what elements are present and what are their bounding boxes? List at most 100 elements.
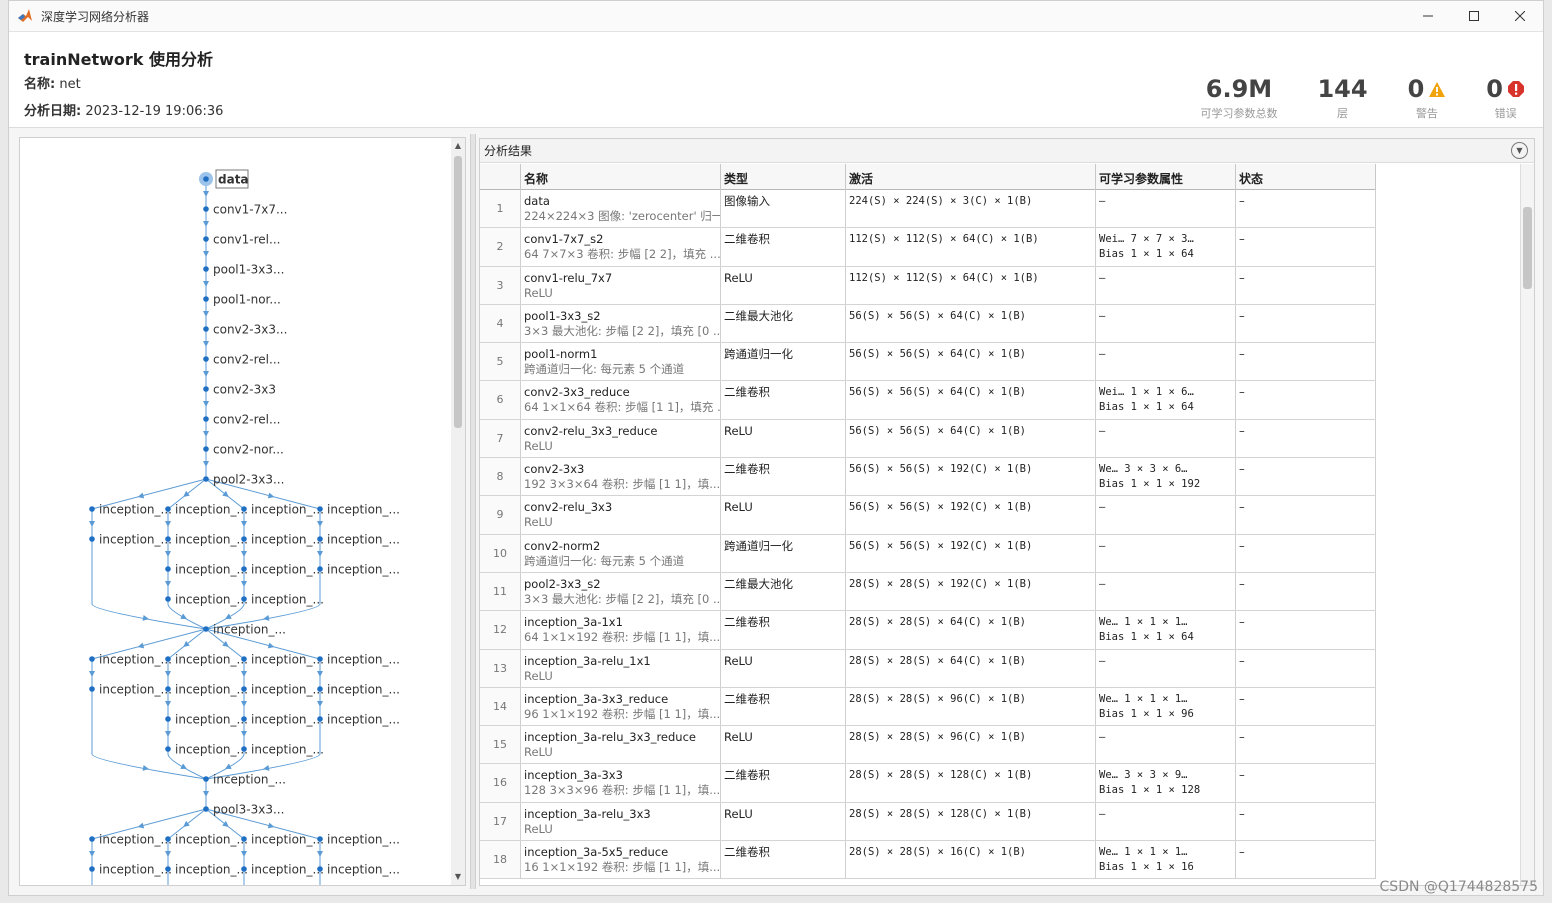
graph-node-label[interactable]: inception_... [251,593,324,607]
collapse-icon[interactable]: ▼ [1511,142,1528,159]
graph-node-label[interactable]: inception_... [99,533,172,547]
graph-node-label[interactable]: inception_... [327,713,400,727]
maximize-button[interactable] [1451,1,1497,31]
graph-node-label[interactable]: inception_... [251,533,324,547]
graph-node[interactable] [89,836,95,842]
graph-node-label[interactable]: conv1-rel... [213,233,280,247]
stat-warnings[interactable]: 0 警告 [1408,74,1447,121]
minimize-button[interactable] [1405,1,1451,31]
table-row[interactable]: 18 inception_3a-5x5_reduce 16 1×1×192 卷积: … [480,841,1376,880]
graph-node-label[interactable]: inception_... [175,863,248,877]
graph-node-label[interactable]: pool2-3x3... [213,473,284,487]
graph-node[interactable] [317,566,323,572]
graph-node[interactable] [203,626,209,632]
graph-node-label[interactable]: inception_... [251,743,324,757]
graph-node-label[interactable]: inception_... [99,833,172,847]
graph-node-label[interactable]: pool3-3x3... [213,803,284,817]
table-row[interactable]: 5 pool1-norm1 跨通道归一化: 每元素 5 个通道 跨通道归一化 56(S)… [480,343,1376,382]
graph-node[interactable] [165,506,171,512]
graph-node[interactable] [241,836,247,842]
graph-node-label[interactable]: pool1-nor... [213,293,281,307]
graph-node-label[interactable]: inception_... [175,593,248,607]
graph-node[interactable] [317,536,323,542]
table-row[interactable]: 4 pool1-3x3_s2 3×3 最大池化: 步幅 [2 2]，填充 [0 ..… [480,304,1376,344]
graph-node[interactable] [203,296,209,302]
close-button[interactable] [1497,1,1543,31]
graph-node-label[interactable]: inception_... [251,653,324,667]
graph-node-label[interactable]: inception_... [251,863,324,877]
graph-node-label[interactable]: inception_... [327,533,400,547]
graph-node[interactable] [241,716,247,722]
graph-node-label[interactable]: inception_... [251,503,324,517]
column-header-name[interactable]: 名称 [521,164,721,190]
column-header-activation[interactable]: 激活 [846,164,1096,190]
graph-node-label[interactable]: conv2-rel... [213,413,280,427]
graph-node[interactable] [241,686,247,692]
graph-node-label[interactable]: inception_... [327,833,400,847]
graph-node-label[interactable]: inception_... [99,503,172,517]
table-row[interactable]: 2 conv1-7x7_s2 64 7×7×3 卷积: 步幅 [2 2]，填充 ..… [480,228,1376,267]
graph-node[interactable] [165,656,171,662]
graph-node[interactable] [165,566,171,572]
column-header-type[interactable]: 类型 [721,164,846,190]
scroll-down-icon[interactable]: ▼ [451,871,465,883]
graph-node-label[interactable]: inception_... [251,683,324,697]
graph-scroll-thumb[interactable] [454,156,462,428]
graph-node-label[interactable]: inception_... [251,833,324,847]
graph-node-label[interactable]: inception_... [327,683,400,697]
graph-node-label[interactable]: inception_... [175,563,248,577]
graph-node[interactable] [317,866,323,872]
graph-node[interactable] [317,506,323,512]
graph-node[interactable] [203,236,209,242]
table-row[interactable]: 1 data 224×224×3 图像: 'zerocenter' 归一... 图像输… [480,190,1376,229]
table-row[interactable]: 11 pool2-3x3_s2 3×3 最大池化: 步幅 [2 2]，填充 [0 .… [480,572,1376,612]
table-row[interactable]: 3 conv1-relu_7x7 ReLU ReLU 112(S) × 112(S) ×… [480,266,1376,305]
graph-node-label[interactable]: inception_... [175,533,248,547]
graph-node-label[interactable]: inception_... [99,653,172,667]
graph-node[interactable] [89,506,95,512]
graph-node[interactable] [241,866,247,872]
graph-node-label[interactable]: inception_... [213,623,286,637]
graph-node[interactable] [241,506,247,512]
graph-node[interactable] [203,266,209,272]
graph-node[interactable] [89,656,95,662]
table-row[interactable]: 16 inception_3a-3x3 128 3×3×96 卷积: 步幅 [1 1… [480,764,1376,803]
panel-splitter[interactable] [470,134,476,889]
table-row[interactable]: 15 inception_3a-relu_3x3_reduce ReLU ReLU 28… [480,726,1376,765]
graph-node[interactable] [165,536,171,542]
column-header-learnables[interactable]: 可学习参数属性 [1096,164,1236,190]
graph-node-label[interactable]: conv2-3x3 [213,383,276,397]
graph-node[interactable] [241,746,247,752]
graph-node-label[interactable]: inception_... [175,653,248,667]
graph-node-label[interactable]: conv2-rel... [213,353,280,367]
graph-node[interactable] [241,536,247,542]
graph-node-label[interactable]: inception_... [213,773,286,787]
graph-node-label[interactable]: inception_... [175,743,248,757]
graph-node[interactable] [203,446,209,452]
table-row[interactable]: 7 conv2-relu_3x3_reduce ReLU ReLU 56(S) × 56… [480,419,1376,459]
layer-graph[interactable]: data conv1-7x7... conv1-rel... pool1-3x3...… [20,138,452,886]
graph-node[interactable] [203,356,209,362]
graph-node-label[interactable]: inception_... [175,503,248,517]
column-header-state[interactable]: 状态 [1236,164,1376,190]
graph-node-label[interactable]: inception_... [327,863,400,877]
graph-node[interactable] [203,476,209,482]
column-header-index[interactable] [480,164,521,190]
graph-node-label[interactable]: inception_... [251,713,324,727]
graph-node[interactable] [203,806,209,812]
graph-node[interactable] [89,536,95,542]
graph-node-label[interactable]: inception_... [175,713,248,727]
graph-node-label[interactable]: conv2-nor... [213,443,284,457]
graph-node[interactable] [89,866,95,872]
layer-graph-panel[interactable]: data conv1-7x7... conv1-rel... pool1-3x3...… [19,137,466,886]
graph-scrollbar[interactable]: ▲ ▼ [451,138,465,885]
graph-node[interactable] [203,176,209,182]
graph-node[interactable] [317,686,323,692]
graph-node-label[interactable]: data [218,173,249,187]
graph-node-label[interactable]: pool1-3x3... [213,263,284,277]
table-row[interactable]: 9 conv2-relu_3x3 ReLU ReLU 56(S) × 56(S) × 1… [480,496,1376,535]
graph-node[interactable] [241,566,247,572]
table-row[interactable]: 13 inception_3a-relu_1x1 ReLU ReLU 28(S) × 2… [480,649,1376,688]
stat-errors[interactable]: 0 错误 [1486,74,1525,121]
graph-node[interactable] [317,656,323,662]
